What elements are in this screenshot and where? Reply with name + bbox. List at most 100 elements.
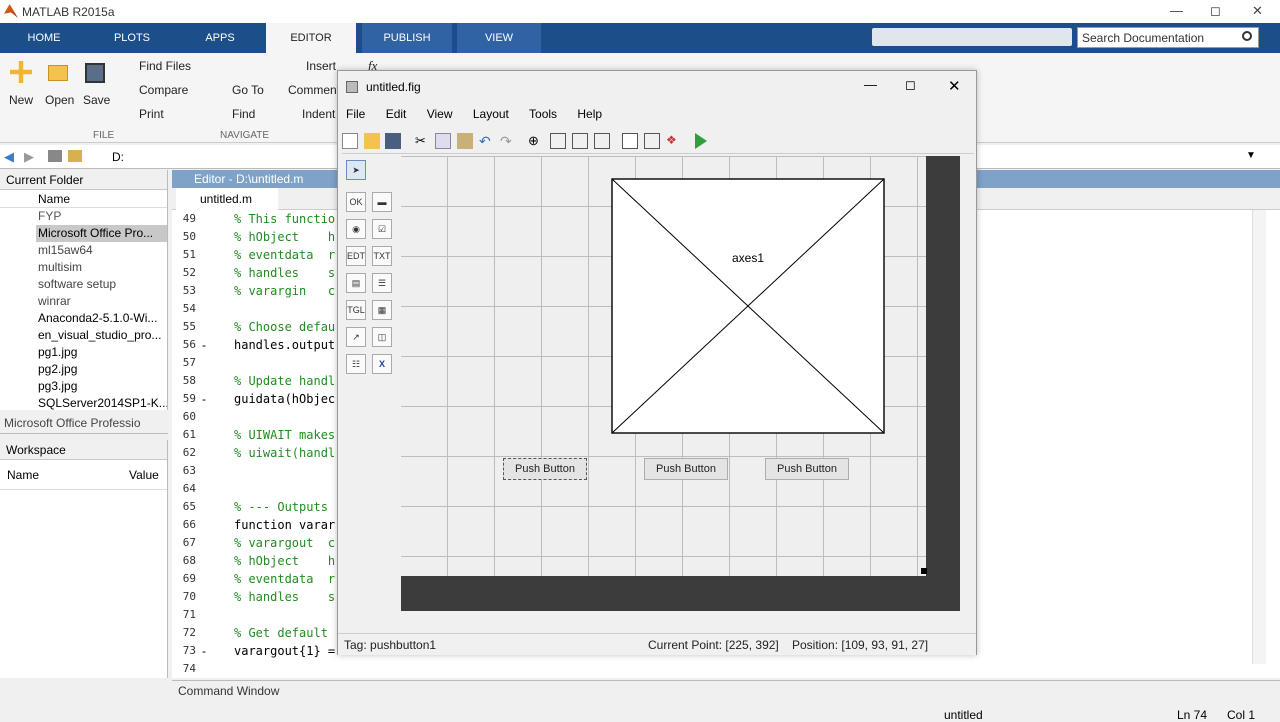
editor-tab-untitled[interactable]: untitled.m <box>176 188 279 210</box>
new-figure-icon[interactable] <box>342 133 358 149</box>
activex-tool-icon[interactable]: X <box>372 354 392 374</box>
object-browser-icon[interactable]: ❖ <box>666 133 682 149</box>
command-window-title[interactable]: Command Window <box>178 684 279 698</box>
quick-access-toolbar[interactable] <box>872 28 1072 46</box>
workspace-column-name[interactable]: Name <box>7 468 39 482</box>
radio-button-tool-icon[interactable]: ◉ <box>346 219 366 239</box>
axes1-component[interactable] <box>611 178 885 434</box>
select-tool-icon[interactable]: ➤ <box>346 160 366 180</box>
slider-tool-icon[interactable]: ▬ <box>372 192 392 212</box>
address-dropdown-icon[interactable]: ▼ <box>1246 150 1256 161</box>
list-item[interactable]: SQLServer2014SP1-K... <box>38 395 167 412</box>
minimize-button[interactable]: — <box>1170 3 1183 18</box>
button-group-tool-icon[interactable]: ☷ <box>346 354 366 374</box>
list-item[interactable]: FYP <box>38 208 167 225</box>
horizontal-scrollbar[interactable] <box>401 611 960 625</box>
resize-handle[interactable] <box>921 568 927 574</box>
breakpoint-marker[interactable]: - <box>202 336 206 354</box>
breakpoint-marker[interactable]: - <box>202 642 206 660</box>
position-label: Position: [109, 93, 91, 27] <box>792 638 929 652</box>
static-text-tool-icon[interactable]: TXT <box>372 246 392 266</box>
push-button-1[interactable]: Push Button <box>503 458 587 480</box>
list-item[interactable]: en_visual_studio_pro... <box>38 327 167 344</box>
compare-button[interactable]: Compare <box>139 83 188 97</box>
copy-icon[interactable] <box>435 133 451 149</box>
menu-file[interactable]: File <box>346 107 365 121</box>
open-button[interactable]: Open <box>45 93 74 107</box>
tab-view[interactable]: VIEW <box>457 23 541 53</box>
open-file-icon[interactable] <box>364 133 380 149</box>
list-item[interactable]: pg1.jpg <box>38 344 167 361</box>
align-objects-icon[interactable]: ⊕ <box>528 133 544 149</box>
forward-icon[interactable]: ▶ <box>24 149 34 165</box>
layout-canvas[interactable]: axes1 Push Button Push Button Push Butto… <box>401 156 926 576</box>
workspace-column-value[interactable]: Value <box>129 468 159 482</box>
breakpoint-marker[interactable]: - <box>202 390 206 408</box>
undo-icon[interactable]: ↶ <box>479 133 495 149</box>
guide-maximize-button[interactable]: ◻ <box>905 77 916 93</box>
run-figure-icon[interactable] <box>695 133 707 149</box>
menu-layout[interactable]: Layout <box>473 107 509 121</box>
insert-button[interactable]: Insert <box>306 59 336 73</box>
push-button-3[interactable]: Push Button <box>765 458 849 480</box>
panel-tool-icon[interactable]: ◫ <box>372 327 392 347</box>
current-path[interactable]: D: <box>112 150 124 164</box>
list-item[interactable]: software setup <box>38 276 167 293</box>
tab-plots[interactable]: PLOTS <box>88 23 176 53</box>
new-button[interactable]: New <box>9 93 33 107</box>
menu-view[interactable]: View <box>427 107 453 121</box>
table-tool-icon[interactable]: ▦ <box>372 300 392 320</box>
listbox-tool-icon[interactable]: ☰ <box>372 273 392 293</box>
maximize-button[interactable]: ◻ <box>1210 3 1221 19</box>
close-button[interactable]: ✕ <box>1252 3 1263 19</box>
property-inspector-icon[interactable] <box>644 133 660 149</box>
editor-icon[interactable] <box>622 133 638 149</box>
up-folder-icon[interactable] <box>48 150 62 162</box>
tab-apps[interactable]: APPS <box>176 23 264 53</box>
cut-icon[interactable]: ✂ <box>415 133 431 149</box>
tab-editor[interactable]: EDITOR <box>266 23 356 53</box>
paste-icon[interactable] <box>457 133 473 149</box>
list-item[interactable]: pg3.jpg <box>38 378 167 395</box>
list-item[interactable]: multisim <box>38 259 167 276</box>
push-button-2[interactable]: Push Button <box>644 458 728 480</box>
list-item[interactable]: ml15aw64 <box>38 242 167 259</box>
back-icon[interactable]: ◀ <box>4 149 14 165</box>
menu-tools[interactable]: Tools <box>529 107 557 121</box>
save-button[interactable]: Save <box>83 93 110 107</box>
guide-minimize-button[interactable]: — <box>864 77 877 92</box>
find-files-button[interactable]: Find Files <box>139 59 191 73</box>
guide-close-button[interactable]: ✕ <box>948 77 961 95</box>
save-file-icon[interactable] <box>385 133 401 149</box>
print-button[interactable]: Print <box>139 107 164 121</box>
indent-button[interactable]: Indent <box>302 107 335 121</box>
tab-publish[interactable]: PUBLISH <box>362 23 452 53</box>
push-button-tool-icon[interactable]: OK <box>346 192 366 212</box>
save-icon <box>85 63 105 83</box>
tab-home[interactable]: HOME <box>0 23 88 53</box>
comment-button[interactable]: Comment <box>288 83 340 97</box>
list-item[interactable]: Anaconda2-5.1.0-Wi... <box>38 310 167 327</box>
menu-edit[interactable]: Edit <box>386 107 407 121</box>
go-to-button[interactable]: Go To <box>232 83 264 97</box>
current-folder-column-name[interactable]: Name <box>0 190 167 208</box>
editor-scrollbar[interactable] <box>1252 210 1266 664</box>
menu-help[interactable]: Help <box>577 107 602 121</box>
guide-title: untitled.fig <box>366 80 421 94</box>
axes-tool-icon[interactable]: ↗ <box>346 327 366 347</box>
browse-folder-icon[interactable] <box>68 150 82 162</box>
list-item[interactable]: Microsoft Office Pro... <box>36 225 167 242</box>
vertical-scrollbar[interactable] <box>960 156 974 611</box>
popup-menu-tool-icon[interactable]: ▤ <box>346 273 366 293</box>
checkbox-tool-icon[interactable]: ☑ <box>372 219 392 239</box>
redo-icon[interactable]: ↷ <box>500 133 516 149</box>
toolbar-editor-icon[interactable] <box>594 133 610 149</box>
edit-text-tool-icon[interactable]: EDT <box>346 246 366 266</box>
list-item[interactable]: winrar <box>38 293 167 310</box>
search-documentation-input[interactable]: Search Documentation <box>1077 27 1259 48</box>
find-button[interactable]: Find <box>232 107 255 121</box>
list-item[interactable]: pg2.jpg <box>38 361 167 378</box>
menu-editor-icon[interactable] <box>550 133 566 149</box>
tab-order-editor-icon[interactable] <box>572 133 588 149</box>
toggle-button-tool-icon[interactable]: TGL <box>346 300 366 320</box>
